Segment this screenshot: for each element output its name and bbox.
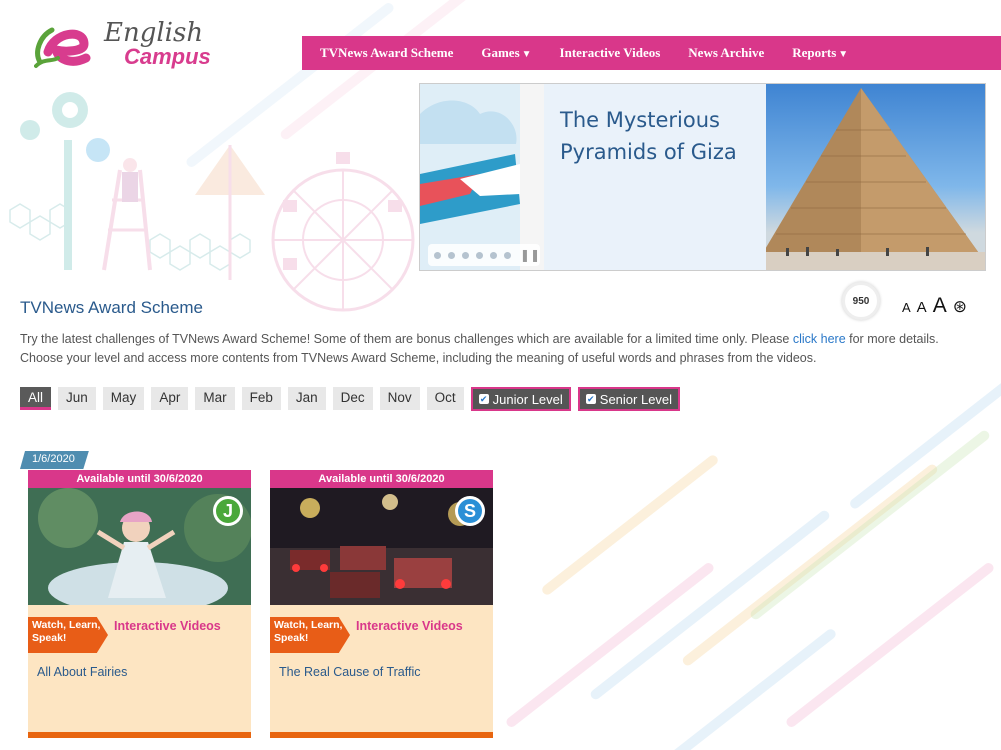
points-badge: 950 xyxy=(842,282,880,320)
carousel-dot[interactable] xyxy=(447,251,455,259)
scheme-description: Try the latest challenges of TVNews Awar… xyxy=(20,332,939,365)
card-footer-bar xyxy=(28,732,251,738)
carousel-dot[interactable] xyxy=(475,251,483,259)
senior-level-badge: S xyxy=(455,496,485,526)
card-title[interactable]: All About Fairies xyxy=(37,665,127,679)
junior-level-badge: J xyxy=(213,496,243,526)
junior-level-toggle[interactable]: ✔ Junior Level xyxy=(470,387,571,411)
font-large-button[interactable]: A xyxy=(933,294,947,318)
pyramid-image xyxy=(766,84,985,270)
funfair-illustration xyxy=(9,92,415,312)
click-here-link[interactable]: click here xyxy=(793,332,846,346)
nav-tvnews-award-scheme[interactable]: TVNews Award Scheme xyxy=(306,45,467,61)
featured-banner-carousel[interactable]: The Mysterious Pyramids of Giza ❚❚ xyxy=(419,83,986,271)
filter-apr[interactable]: Apr xyxy=(151,387,189,410)
card-title[interactable]: The Real Cause of Traffic xyxy=(279,665,421,679)
checkbox-checked-icon: ✔ xyxy=(478,394,489,404)
contrast-icon[interactable]: ⊛ xyxy=(953,297,967,317)
main-navigation: TVNews Award Scheme Games ▼ Interactive V… xyxy=(302,36,1001,70)
pause-icon[interactable]: ❚❚ xyxy=(520,248,540,262)
filter-jun[interactable]: Jun xyxy=(58,387,96,410)
site-logo[interactable]: English Campus xyxy=(34,16,224,72)
nav-interactive-videos[interactable]: Interactive Videos xyxy=(546,45,675,61)
carousel-dot[interactable] xyxy=(489,251,497,259)
caret-down-icon: ▼ xyxy=(521,49,532,60)
page-title: TVNews Award Scheme xyxy=(20,298,203,317)
logo-text-campus: Campus xyxy=(124,44,211,69)
nav-news-archive[interactable]: News Archive xyxy=(674,45,778,61)
filter-oct[interactable]: Oct xyxy=(426,387,464,410)
banner-title-panel: The Mysterious Pyramids of Giza xyxy=(544,84,766,270)
video-card[interactable]: Available until 30/6/2020 S Watch, Learn… xyxy=(270,470,493,738)
logo-e-icon xyxy=(34,27,91,68)
fairy-thumbnail: J xyxy=(28,488,251,605)
caret-down-icon: ▼ xyxy=(838,49,849,60)
font-medium-button[interactable]: A xyxy=(917,299,927,316)
filter-dec[interactable]: Dec xyxy=(332,387,373,410)
senior-level-toggle[interactable]: ✔ Senior Level xyxy=(577,387,681,411)
traffic-thumbnail: S xyxy=(270,488,493,605)
video-card[interactable]: Available until 30/6/2020 J Watch, Learn… xyxy=(28,470,251,738)
card-category: Interactive Videos xyxy=(356,619,463,633)
filter-feb[interactable]: Feb xyxy=(241,387,281,410)
carousel-dot[interactable] xyxy=(434,251,441,259)
card-category: Interactive Videos xyxy=(114,619,221,633)
banner-previous-slide xyxy=(420,84,544,270)
watch-learn-speak-tag: Watch, Learn, Speak! xyxy=(270,617,350,653)
banner-title: The Mysterious Pyramids of Giza xyxy=(560,108,737,164)
filter-all[interactable]: All xyxy=(20,387,52,410)
filter-mar[interactable]: Mar xyxy=(195,387,235,410)
filter-may[interactable]: May xyxy=(102,387,145,410)
carousel-dot[interactable] xyxy=(503,251,511,259)
watch-learn-speak-tag: Watch, Learn, Speak! xyxy=(28,617,108,653)
font-small-button[interactable]: A xyxy=(902,300,911,315)
availability-label: Available until 30/6/2020 xyxy=(270,470,493,488)
font-size-controls: A A A ⊛ xyxy=(902,294,967,318)
availability-label: Available until 30/6/2020 xyxy=(28,470,251,488)
carousel-pagination: ❚❚ xyxy=(428,244,540,266)
filter-nov[interactable]: Nov xyxy=(379,387,420,410)
month-filter-bar: All Jun May Apr Mar Feb Jan Dec Nov Oct … xyxy=(20,387,681,411)
carousel-dot[interactable] xyxy=(461,251,469,259)
nav-games[interactable]: Games ▼ xyxy=(467,45,545,61)
nav-reports[interactable]: Reports ▼ xyxy=(778,45,862,61)
date-tag: 1/6/2020 xyxy=(20,451,89,469)
filter-jan[interactable]: Jan xyxy=(287,387,326,410)
card-footer-bar xyxy=(270,732,493,738)
checkbox-checked-icon: ✔ xyxy=(585,394,596,404)
